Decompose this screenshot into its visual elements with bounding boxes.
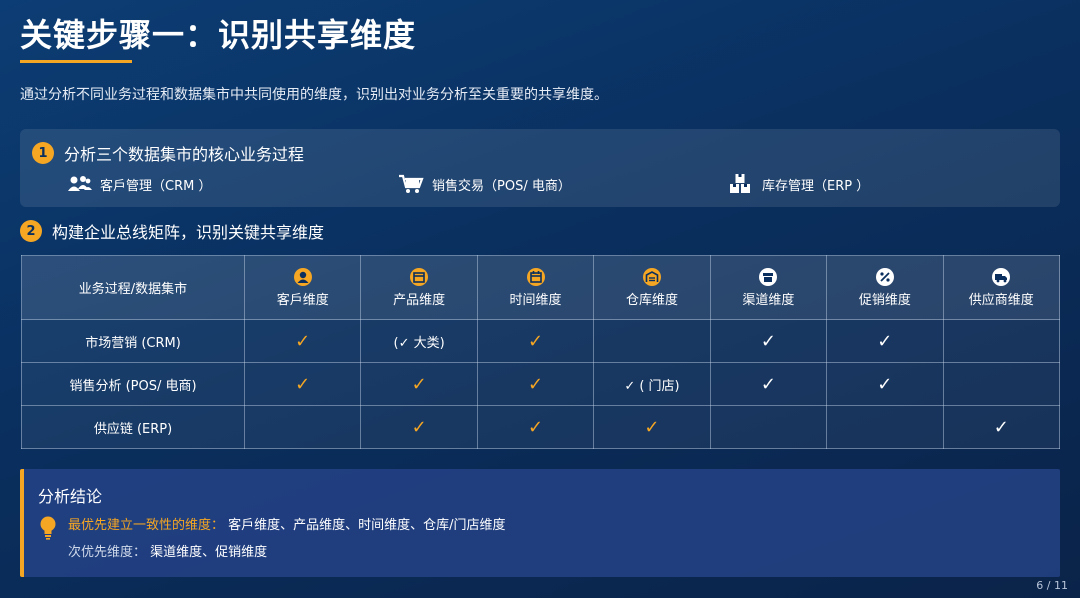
warehouse-icon — [642, 268, 661, 286]
matrix-cell — [826, 405, 944, 449]
secondary-value: 渠道维度、促销维度 — [150, 545, 268, 560]
matrix-cell: ✓ — [243, 362, 362, 406]
check-icon: ✓ — [528, 330, 544, 352]
matrix-cell — [243, 405, 362, 449]
matrix-row: 销售分析 (POS/ 电商) ✓ ✓ ✓ ✓ ( 门店) ✓ ✓ — [21, 362, 1061, 406]
matrix-cell: ✓ — [826, 362, 944, 406]
conclusion-panel: 分析结论 最优先建立一致性的维度： 客戶维度、产品维度、时间维度、仓库/门店维度… — [20, 469, 1060, 577]
check-icon: ✓ — [411, 373, 427, 395]
check-icon: ✓ — [644, 416, 660, 438]
row-label: 市场营销 (CRM) — [21, 319, 245, 363]
matrix-body: 市场营销 (CRM) ✓ (✓ 大类) ✓ ✓ ✓ 销售分析 (POS/ 电商) ✓ ✓ ✓ ✓ (… — [21, 319, 1061, 449]
row-label: 销售分析 (POS/ 电商) — [21, 362, 245, 406]
percent-icon — [875, 268, 894, 286]
matrix-cell: ✓ — [360, 405, 478, 449]
title-underline — [20, 60, 132, 63]
matrix-cell: (✓ 大类) — [360, 319, 478, 363]
matrix-cell — [709, 405, 828, 449]
secondary-dimensions-line: 次优先维度： 渠道维度、促销维度 — [68, 541, 267, 560]
page-subtitle: 通过分析不同业务过程和数据集市中共同使用的维度，识别出对业务分析至关重要的共享维… — [20, 87, 608, 103]
store-icon — [759, 268, 778, 286]
process-label: 客戶管理（CRM ） — [100, 178, 212, 194]
matrix-corner-cell: 业务过程/数据集市 — [21, 255, 245, 320]
column-header: 时间维度 — [476, 255, 595, 320]
matrix-cell — [942, 319, 1061, 363]
matrix-cell: ✓ — [593, 405, 711, 449]
matrix-cell: ✓ — [476, 319, 595, 363]
column-header: 供应商维度 — [942, 255, 1061, 320]
matrix-cell: ✓ — [476, 362, 595, 406]
matrix-header-row: 业务过程/数据集市 客戶维度 产品维度 时间维度 仓库维度 渠道维度 促销维度 … — [21, 255, 1061, 320]
column-label: 促销维度 — [858, 293, 911, 308]
page-indicator: 6 / 11 — [1036, 579, 1068, 592]
matrix-cell — [593, 319, 711, 363]
process-label: 销售交易（POS/ 电商） — [432, 178, 571, 194]
calendar-icon — [526, 268, 545, 286]
truck-icon — [992, 268, 1011, 286]
shopping-cart-icon — [399, 174, 424, 193]
column-label: 仓库维度 — [625, 293, 678, 308]
matrix-cell: ✓ — [476, 405, 595, 449]
column-label: 产品维度 — [393, 293, 446, 308]
matrix-row: 市场营销 (CRM) ✓ (✓ 大类) ✓ ✓ ✓ — [21, 319, 1061, 363]
page-title: 关键步骤一：识别共享维度 — [20, 16, 417, 54]
step2-header: 2 构建企业总线矩阵，识别关键共享维度 — [20, 219, 324, 243]
column-label: 时间维度 — [509, 293, 562, 308]
check-icon: ✓ — [411, 416, 427, 438]
partial-check-label: (✓ 大类) — [393, 335, 445, 351]
secondary-label: 次优先维度： — [68, 545, 147, 560]
check-icon: ✓ — [760, 330, 776, 352]
step1-badge: 1 — [32, 142, 54, 164]
step2-badge: 2 — [20, 220, 42, 242]
step1-header: 1 分析三个数据集市的核心业务过程 — [32, 141, 304, 165]
check-icon: ✓ — [528, 416, 544, 438]
conclusion-title: 分析结论 — [38, 487, 103, 506]
column-label: 渠道维度 — [742, 293, 795, 308]
matrix-cell: ✓ — [826, 319, 944, 363]
process-pos: 销售交易（POS/ 电商） — [398, 173, 571, 195]
boxes-icon — [730, 174, 750, 193]
matrix-cell: ✓ ( 门店) — [593, 362, 711, 406]
column-header: 客戶维度 — [243, 255, 362, 320]
users-icon — [68, 176, 92, 191]
matrix-row: 供应链 (ERP) ✓ ✓ ✓ ✓ — [21, 405, 1061, 449]
matrix-cell: ✓ — [709, 362, 828, 406]
matrix-cell: ✓ — [709, 319, 828, 363]
box-icon — [410, 268, 429, 286]
column-header: 产品维度 — [360, 255, 478, 320]
process-crm: 客戶管理（CRM ） — [66, 173, 211, 195]
column-header: 仓库维度 — [593, 255, 711, 320]
matrix-cell: ✓ — [243, 319, 362, 363]
step1-panel: 1 分析三个数据集市的核心业务过程 客戶管理（CRM ） 销售交易（POS/ 电… — [20, 129, 1060, 207]
check-icon: ✓ — [528, 373, 544, 395]
primary-value: 客戶维度、产品维度、时间维度、仓库/门店维度 — [228, 518, 506, 533]
matrix-cell — [942, 362, 1061, 406]
primary-label: 最优先建立一致性的维度： — [68, 518, 225, 533]
lightbulb-icon — [40, 516, 56, 540]
column-label: 客戶维度 — [276, 293, 329, 308]
step2-title: 构建企业总线矩阵，识别关键共享维度 — [52, 223, 325, 242]
column-header: 渠道维度 — [709, 255, 828, 320]
check-icon: ✓ — [993, 416, 1009, 438]
primary-dimensions-line: 最优先建立一致性的维度： 客戶维度、产品维度、时间维度、仓库/门店维度 — [68, 514, 506, 533]
column-header: 促销维度 — [826, 255, 944, 320]
check-icon: ✓ — [760, 373, 776, 395]
bus-matrix-table: 业务过程/数据集市 客戶维度 产品维度 时间维度 仓库维度 渠道维度 促销维度 … — [21, 255, 1061, 449]
row-label: 供应链 (ERP) — [21, 405, 245, 449]
matrix-cell: ✓ — [942, 405, 1061, 449]
matrix-cell: ✓ — [360, 362, 478, 406]
step1-title: 分析三个数据集市的核心业务过程 — [64, 145, 305, 164]
check-icon: ✓ — [877, 373, 893, 395]
check-icon: ✓ — [877, 330, 893, 352]
partial-check-label: ✓ ( 门店) — [624, 378, 680, 394]
check-icon: ✓ — [295, 330, 311, 352]
process-erp: 库存管理（ERP ） — [728, 173, 869, 195]
check-icon: ✓ — [295, 373, 311, 395]
user-circle-icon — [293, 268, 312, 286]
process-label: 库存管理（ERP ） — [762, 178, 870, 194]
column-label: 供应商维度 — [968, 293, 1034, 308]
